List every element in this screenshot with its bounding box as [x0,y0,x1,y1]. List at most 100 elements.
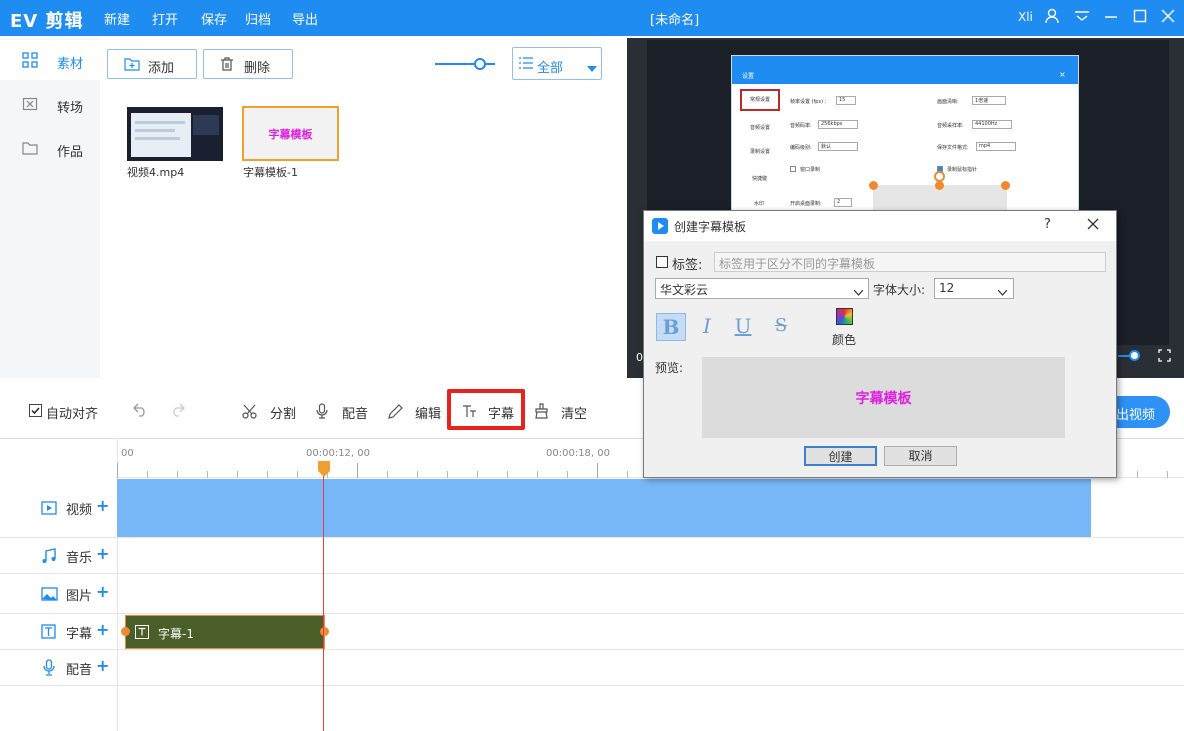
dialog-close-icon[interactable] [1087,218,1099,234]
add-music-button[interactable]: + [96,544,109,563]
font-size-select[interactable]: 12 [934,278,1014,299]
settings-close-icon: × [1059,70,1066,79]
subtitle-clip[interactable]: 字幕-1 [125,615,325,649]
track-image: 图片 + [0,574,117,614]
settings-value: 2 [834,198,852,207]
music-track-icon [41,548,57,568]
resize-handle[interactable] [869,181,878,190]
nav-item-works[interactable]: 作品 [0,128,100,168]
resize-handle[interactable] [935,181,944,190]
video-clip[interactable] [117,479,1091,537]
strikethrough-button[interactable]: S [768,313,794,341]
add-button[interactable]: 添加 [107,49,197,79]
resize-handle[interactable] [1001,181,1010,190]
settings-field: 音频采样率: [937,123,964,129]
filter-select[interactable]: 全部 [512,47,602,80]
nav-item-material[interactable]: 素材 [0,40,100,80]
italic-button[interactable]: I [694,313,720,341]
text-icon[interactable] [462,405,477,422]
settings-tab: 常规设置 [750,97,771,103]
tag-checkbox[interactable] [656,256,668,268]
video-row [117,479,1184,538]
add-voice-button[interactable]: + [96,656,109,675]
filter-value: 全部 [537,61,564,76]
tag-label: 标签: [672,258,703,273]
subtitle-track-icon [41,624,56,643]
clip-trim-handle[interactable] [121,627,130,636]
export-video-button[interactable]: 出视频 [1108,396,1170,428]
edit-button[interactable]: 编辑 [415,403,441,422]
redo-icon[interactable] [169,403,185,421]
volume-handle[interactable] [1129,350,1140,361]
settings-value: 256kbps [818,120,858,129]
video-track-icon [41,501,57,519]
playhead-line [323,470,324,731]
settings-tab: 录制设置 [750,149,771,155]
settings-value: 44100Hz [972,120,1012,129]
menu-new[interactable]: 新建 [104,9,130,28]
add-video-button[interactable]: + [96,496,109,515]
split-button[interactable]: 分割 [270,403,296,422]
nav-item-transition[interactable]: 转场 [0,84,100,124]
subtitle-button[interactable]: 字幕 [488,403,514,422]
user-icon[interactable] [1044,8,1060,28]
minimize-icon[interactable] [1104,8,1118,28]
track-label: 配音 [66,663,93,678]
settings-field: 开启桌面录制: [790,201,822,207]
dub-button[interactable]: 配音 [342,403,368,422]
close-icon[interactable] [1161,8,1175,28]
undo-icon[interactable] [133,403,149,421]
auto-align-checkbox[interactable] [29,404,42,417]
menu-save[interactable]: 保存 [201,9,227,28]
settings-check-label: 窗口录制 [800,167,821,173]
color-palette-icon[interactable] [836,308,853,325]
settings-checkbox [790,166,796,172]
add-subtitle-button[interactable]: + [96,620,109,639]
scissors-icon[interactable] [242,404,257,423]
fullscreen-icon[interactable] [1158,349,1171,366]
clear-button[interactable]: 清空 [561,403,587,422]
track-video: 视频 + [0,479,117,538]
bold-button[interactable]: B [656,313,686,341]
settings-check-label: 录制鼠标指针 [947,167,978,173]
mic-track-icon [43,659,55,680]
settings-field: 编码级别: [790,145,812,151]
track-voice: 配音 + [0,650,117,686]
export-label: 出视频 [1116,408,1156,423]
chevron-down-icon [587,61,597,76]
menu-open[interactable]: 打开 [152,9,178,28]
clip-trim-handle[interactable] [320,627,329,636]
media-thumb-video[interactable] [127,107,223,161]
cancel-button[interactable]: 取消 [884,446,957,466]
help-button[interactable]: ? [1044,217,1051,232]
delete-button[interactable]: 删除 [203,49,293,79]
menu-export[interactable]: 导出 [292,9,318,28]
color-label[interactable]: 颜色 [832,331,856,348]
dialog-title: 创建字幕模板 [674,220,747,234]
add-icon [124,57,140,75]
settings-tab: 水印 [754,201,765,207]
add-image-button[interactable]: + [96,582,109,601]
media-thumb-subtitle[interactable]: 字幕模板 [242,106,339,161]
zoom-slider[interactable] [435,63,495,65]
font-select[interactable]: 华文彩云 [655,278,869,299]
create-button[interactable]: 创建 [804,446,877,466]
settings-value: 15 [836,96,856,105]
subtitle-thumb-text: 字幕模板 [268,128,313,141]
maximize-icon[interactable] [1133,8,1147,28]
image-track-icon [41,587,58,605]
playhead-handle[interactable] [318,461,330,481]
brush-icon[interactable] [534,403,549,423]
underline-button[interactable]: U [730,313,756,341]
microphone-icon[interactable] [316,403,328,423]
music-row [117,538,1184,574]
menu-archive[interactable]: 归档 [245,9,271,28]
tag-input[interactable]: 标签用于区分不同的字幕模板 [714,252,1106,272]
rotate-handle[interactable] [934,171,945,182]
zoom-slider-handle[interactable] [474,58,486,70]
pencil-icon[interactable] [388,404,403,423]
menu-dropdown-icon[interactable] [1074,8,1090,28]
app-play-icon [652,218,668,238]
user-name: Xli [1018,10,1033,24]
voice-row [117,650,1184,686]
